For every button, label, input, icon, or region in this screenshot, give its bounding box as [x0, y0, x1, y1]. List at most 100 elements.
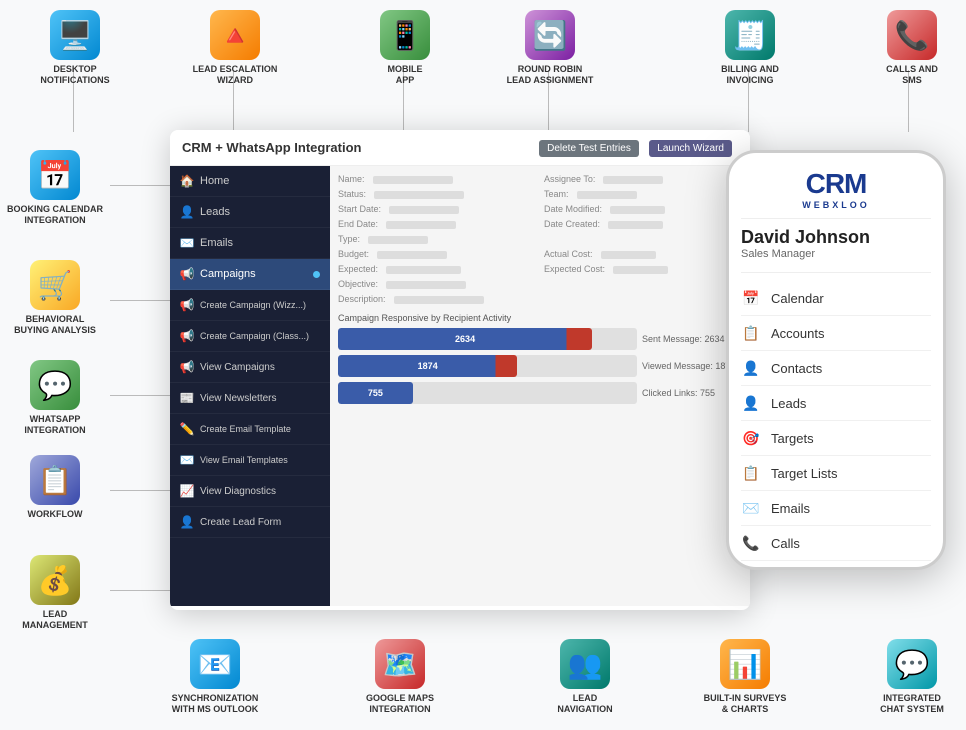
sidebar-item-view-campaigns[interactable]: 📢 View Campaigns — [170, 352, 330, 383]
phone-menu-calendar[interactable]: 📅 Calendar — [741, 281, 931, 316]
feature-booking-calendar[interactable]: 📅 BOOKING CALENDARINTEGRATION — [5, 150, 105, 226]
crm-sidebar: 🏠 Home 👤 Leads ✉️ Emails 📢 Campaigns — [170, 166, 330, 606]
phone-menu-accounts[interactable]: 📋 Accounts — [741, 316, 931, 351]
feature-calls-sms[interactable]: 📞 CALLS ANDSMS — [862, 10, 962, 86]
sidebar-item-view-email-templates[interactable]: ✉️ View Email Templates — [170, 445, 330, 476]
create-campaign-class-icon: 📢 — [180, 329, 194, 343]
feature-lead-management[interactable]: 💰 LEADMANAGEMENT — [5, 555, 105, 631]
sidebar-item-create-campaign-class[interactable]: 📢 Create Campaign (Class...) — [170, 321, 330, 352]
calls-sms-icon: 📞 — [887, 10, 937, 60]
sidebar-item-campaigns[interactable]: 📢 Campaigns — [170, 259, 330, 290]
lead-escalation-icon: 🔺 — [210, 10, 260, 60]
phone-user: David Johnson Sales Manager — [741, 227, 931, 260]
date-created-value — [608, 221, 663, 229]
feature-behavioral-buying[interactable]: 🛒 BEHAVIORALBUYING ANALYSIS — [5, 260, 105, 336]
team-value — [577, 191, 637, 199]
expected-value — [386, 266, 461, 274]
form-row-description: Description: — [338, 294, 742, 305]
billing-icon: 🧾 — [725, 10, 775, 60]
status-value — [374, 191, 464, 199]
lead-navigation-icon: 👥 — [560, 639, 610, 689]
description-label: Description: — [338, 294, 386, 304]
feature-lead-navigation[interactable]: 👥 LEADNAVIGATION — [535, 639, 635, 715]
phone-logo-divider — [741, 218, 931, 219]
campaigns-dot — [313, 271, 320, 278]
phone-emails-icon: ✉️ — [741, 498, 761, 518]
sidebar-view-newsletters-label: View Newsletters — [200, 393, 277, 404]
feature-round-robin[interactable]: 🔄 ROUND ROBINLEAD ASSIGNMENT — [490, 10, 610, 86]
phone-menu-calls[interactable]: 📞 Calls — [741, 526, 931, 561]
feature-lead-escalation[interactable]: 🔺 LEAD ESCALATIONWIZARD — [185, 10, 285, 86]
desktop-notifications-icon: 🖥️ — [50, 10, 100, 60]
form-row-end-date: End Date: Date Created: — [338, 219, 742, 230]
chart-bar-sent: 2634 Sent Message: 2634 — [338, 328, 742, 350]
assignee-label: Assignee To: — [544, 174, 595, 184]
phone-user-title: Sales Manager — [741, 248, 931, 260]
chart-bar-viewed-fill: 1874 — [338, 355, 517, 377]
phone-menu-target-lists[interactable]: 📋 Target Lists — [741, 456, 931, 491]
description-value — [394, 296, 484, 304]
accounts-icon: 📋 — [741, 323, 761, 343]
feature-google-maps[interactable]: 🗺️ GOOGLE MAPSINTEGRATION — [350, 639, 450, 715]
feature-billing[interactable]: 🧾 BILLING ANDINVOICING — [695, 10, 805, 86]
phone-inner: CRM WEBXLOO David Johnson Sales Manager … — [729, 153, 943, 570]
phone-menu-contacts[interactable]: 👤 Contacts — [741, 351, 931, 386]
phone-menu-emails[interactable]: ✉️ Emails — [741, 491, 931, 526]
feature-whatsapp[interactable]: 💬 WHATSAPPINTEGRATION — [5, 360, 105, 436]
sidebar-item-leads[interactable]: 👤 Leads — [170, 197, 330, 228]
feature-workflow[interactable]: 📋 WORKFLOW — [5, 455, 105, 520]
objective-value — [386, 281, 466, 289]
behavioral-buying-label: BEHAVIORALBUYING ANALYSIS — [5, 314, 105, 336]
feature-desktop-notifications[interactable]: 🖥️ DESKTOP NOTIFICATIONS — [25, 10, 125, 86]
sidebar-item-view-newsletters[interactable]: 📰 View Newsletters — [170, 383, 330, 414]
create-email-template-icon: ✏️ — [180, 422, 194, 436]
launch-wizard-button[interactable]: Launch Wizard — [649, 140, 732, 157]
date-modified-label: Date Modified: — [544, 204, 602, 214]
delete-test-entries-button[interactable]: Delete Test Entries — [539, 140, 639, 157]
name-label: Name: — [338, 174, 365, 184]
type-label: Type: — [338, 234, 360, 244]
feature-chat-system[interactable]: 💬 INTEGRATEDCHAT SYSTEM — [862, 639, 962, 715]
calendar-icon: 📅 — [741, 288, 761, 308]
form-row-name: Name: Assignee To: — [338, 174, 742, 185]
type-value — [368, 236, 428, 244]
phone-menu-leads-label: Leads — [771, 396, 806, 411]
crm-screenshot: CRM + WhatsApp Integration Delete Test E… — [170, 130, 750, 610]
actual-cost-label: Actual Cost: — [544, 249, 593, 259]
feature-mobile-app[interactable]: 📱 MOBILEAPP — [355, 10, 455, 86]
chart-bar-viewed: 1874 Viewed Message: 1874 — [338, 355, 742, 377]
billing-label: BILLING ANDINVOICING — [695, 64, 805, 86]
form-row-budget: Budget: Actual Cost: — [338, 249, 742, 260]
sidebar-item-emails[interactable]: ✉️ Emails — [170, 228, 330, 259]
round-robin-label: ROUND ROBINLEAD ASSIGNMENT — [490, 64, 610, 86]
crm-header: CRM + WhatsApp Integration Delete Test E… — [170, 130, 750, 166]
crm-body: 🏠 Home 👤 Leads ✉️ Emails 📢 Campaigns — [170, 166, 750, 606]
objective-label: Objective: — [338, 279, 378, 289]
chart-bar-viewed-container: 1874 — [338, 355, 637, 377]
feature-sync-outlook[interactable]: 📧 SYNCHRONIZATIONWITH MS OUTLOOK — [165, 639, 265, 715]
name-value — [373, 176, 453, 184]
sidebar-item-create-campaign-wiz[interactable]: 📢 Create Campaign (Wizz...) — [170, 290, 330, 321]
round-robin-icon: 🔄 — [525, 10, 575, 60]
feature-surveys[interactable]: 📊 BUILT-IN SURVEYS& CHARTS — [695, 639, 795, 715]
connector-line — [110, 300, 172, 301]
view-email-templates-icon: ✉️ — [180, 453, 194, 467]
phone-menu-leads[interactable]: 👤 Leads — [741, 386, 931, 421]
form-row-type: Type: — [338, 234, 742, 245]
expected-cost-label: Expected Cost: — [544, 264, 605, 274]
sidebar-create-campaign-wiz-label: Create Campaign (Wizz...) — [200, 300, 306, 310]
sidebar-item-view-diagnostics[interactable]: 📈 View Diagnostics — [170, 476, 330, 507]
sidebar-item-home[interactable]: 🏠 Home — [170, 166, 330, 197]
create-campaign-wiz-icon: 📢 — [180, 298, 194, 312]
phone-leads-icon: 👤 — [741, 393, 761, 413]
phone-user-divider — [741, 272, 931, 273]
sidebar-item-create-email-template[interactable]: ✏️ Create Email Template — [170, 414, 330, 445]
phone-menu-targets[interactable]: 🎯 Targets — [741, 421, 931, 456]
sidebar-item-create-lead-form[interactable]: 👤 Create Lead Form — [170, 507, 330, 538]
chart-title: Campaign Responsive by Recipient Activit… — [338, 313, 742, 323]
sidebar-view-campaigns-label: View Campaigns — [200, 362, 275, 373]
phone-user-name: David Johnson — [741, 227, 931, 248]
contacts-icon: 👤 — [741, 358, 761, 378]
surveys-label: BUILT-IN SURVEYS& CHARTS — [695, 693, 795, 715]
connector-line — [110, 185, 172, 186]
